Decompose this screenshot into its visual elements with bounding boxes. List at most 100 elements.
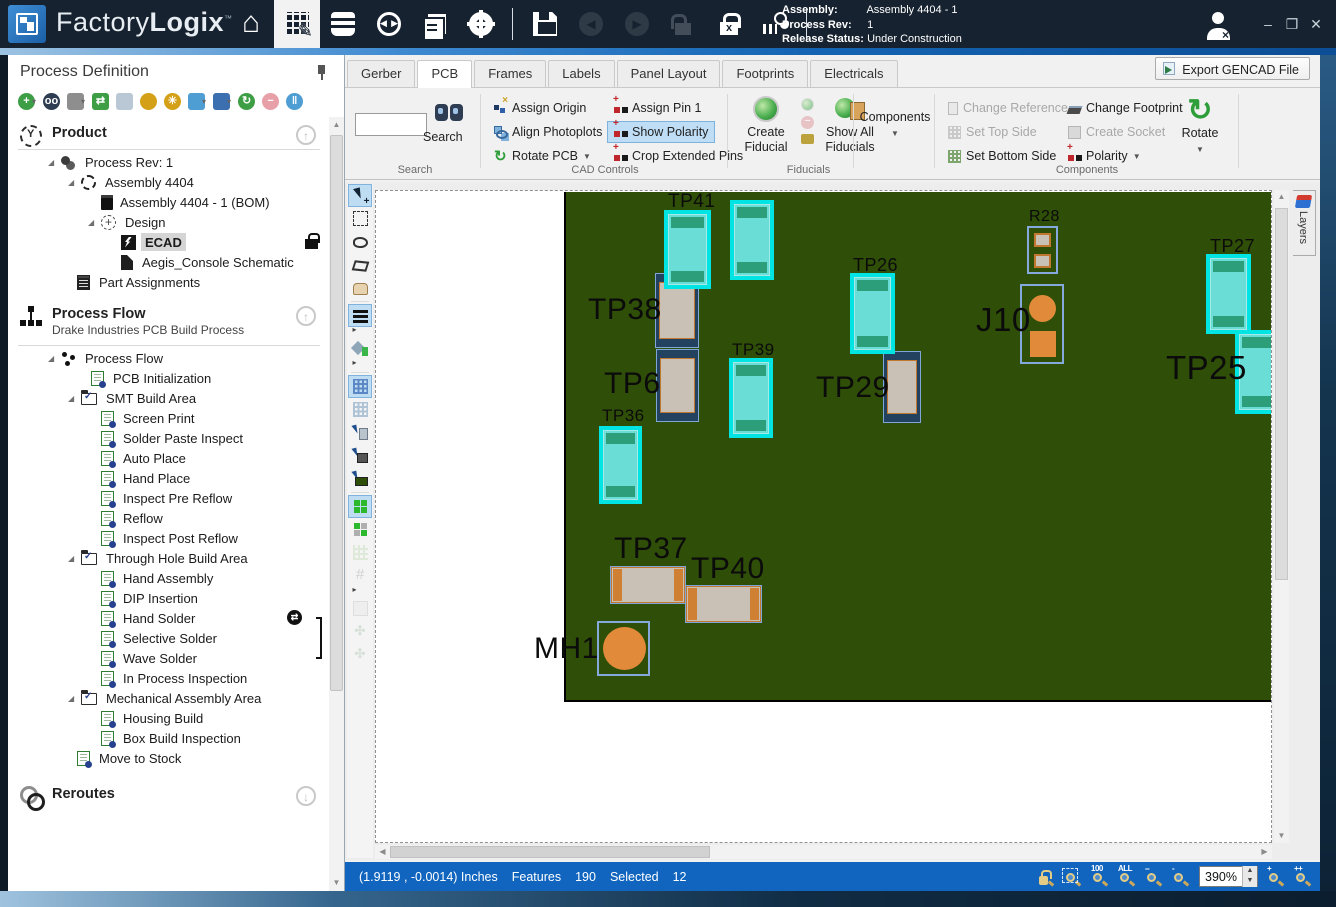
production-button[interactable] [320,0,366,48]
vscroll-thumb[interactable] [1275,208,1288,580]
component-tp41[interactable] [664,210,711,289]
tree-item-part-assignments[interactable]: Part Assignments [8,272,330,292]
close-button[interactable]: ✕ [1306,16,1326,33]
tree-expander-icon[interactable]: ◢ [68,394,78,403]
sync-button[interactable]: ⇄ [92,93,109,110]
system-config-button[interactable] [458,0,504,48]
layer-flyout[interactable]: ▸ [348,327,372,337]
scrollbar-thumb[interactable] [330,135,343,691]
tree-item-reflow[interactable]: Reflow [8,508,330,528]
add-button[interactable]: +▾ [18,93,36,110]
component-tp25[interactable] [1235,330,1272,414]
delete-button[interactable]: ▾ [213,93,231,110]
tree-item-through-hole-build-area[interactable]: ◢Through Hole Build Area [8,548,330,568]
tree-item-move-to-stock[interactable]: Move to Stock [8,748,330,768]
tree-item-smt-build-area[interactable]: ◢SMT Build Area [8,388,330,408]
maximize-button[interactable]: ❐ [1282,16,1302,33]
tree-item-in-process-inspection[interactable]: In Process Inspection [8,668,330,688]
zoom-window-icon[interactable] [1064,868,1082,886]
tree-item-aegis-console-schematic[interactable]: Aegis_Console Schematic [8,252,330,272]
tree-item-mechanical-assembly-area[interactable]: ◢Mechanical Assembly Area [8,688,330,708]
zoom-in-double-icon[interactable]: ++ [1294,868,1312,886]
component-tp39[interactable] [729,358,773,438]
tree-item-inspect-post-reflow[interactable]: Inspect Post Reflow [8,528,330,548]
pad-display-tool[interactable] [348,495,372,518]
pause-button[interactable]: ‖ [286,93,303,110]
settings-gear-button[interactable]: ✳ [164,93,181,110]
tree-item-process-rev-1[interactable]: ◢Process Rev: 1 [8,152,330,172]
remove-fiducial-icon[interactable]: − [801,116,814,129]
reroutes-section-header[interactable]: Reroutes ↓ [8,778,330,806]
tree-item-hand-assembly[interactable]: Hand Assembly [8,568,330,588]
pad-display-alt-tool[interactable] [348,518,372,541]
logistics-button[interactable] [366,0,412,48]
component-r28[interactable] [1027,226,1058,274]
search-input[interactable] [355,113,427,136]
zoom-all-icon[interactable]: ALL [1118,868,1136,886]
component-tp-top[interactable] [730,200,774,280]
discard-lock-button[interactable]: x [706,0,752,48]
hscroll-thumb[interactable] [390,846,710,858]
pan-hand-tool[interactable] [348,276,372,299]
horizontal-scrollbar[interactable]: ◀ ▶ [375,845,1272,859]
select-tool[interactable] [348,184,372,207]
fiducial-camera-icon[interactable] [801,134,814,144]
show-polarity-button[interactable]: Show Polarity [607,121,715,143]
fiducial-mini-icon[interactable] [801,98,814,111]
scroll-up-icon[interactable]: ▲ [329,117,344,133]
assign-pin-1-button[interactable]: Assign Pin 1 [607,97,708,119]
tree-expander-icon[interactable]: ◢ [88,218,98,227]
components-dropdown-button[interactable]: Components▼ [857,110,933,141]
collapse-up-icon[interactable]: ↑ [296,125,316,145]
select-by-package-tool[interactable] [348,444,372,467]
tree-expander-icon[interactable]: ◢ [68,554,78,563]
tree-item-screen-print[interactable]: Screen Print [8,408,330,428]
tree-item-auto-place[interactable]: Auto Place [8,448,330,468]
grid-alt-tool[interactable] [348,398,372,421]
process-flow-section-header[interactable]: Process Flow Drake Industries PCB Build … [8,298,330,341]
zoom-in-icon[interactable]: + [1267,868,1285,886]
zoom-100-icon[interactable]: 100 [1091,868,1109,886]
zoom-out-icon[interactable]: - [1172,868,1190,886]
polygon-select-tool[interactable] [348,253,372,276]
tab-footprints[interactable]: Footprints [722,60,808,87]
tree-item-assembly-4404-1-bom-[interactable]: Assembly 4404 - 1 (BOM) [8,192,330,212]
search-button[interactable]: Search [423,130,463,144]
product-section-header[interactable]: Product ↑ [8,117,330,145]
assign-origin-button[interactable]: Assign Origin [487,97,593,119]
component-tp27[interactable] [1206,254,1251,334]
tree-item-assembly-4404[interactable]: ◢Assembly 4404 [8,172,330,192]
tab-gerber[interactable]: Gerber [347,60,415,87]
marquee-select-tool[interactable] [348,207,372,230]
component-j10[interactable] [1020,284,1064,364]
zoom-spinner[interactable]: ▲▼ [1242,866,1257,887]
layers-flyout-tab[interactable]: Layers [1293,190,1316,256]
print-button[interactable]: ▾ [67,93,85,110]
component-mh1[interactable] [597,621,650,676]
component-tp40[interactable] [685,585,762,623]
collapse-up-icon[interactable]: ↑ [296,306,316,326]
scroll-down-icon[interactable]: ▼ [329,875,344,891]
home-button[interactable]: ⌂ [228,0,274,48]
lasso-select-tool[interactable] [348,230,372,253]
grid-tool[interactable] [348,375,372,398]
npi-button[interactable] [274,0,320,48]
component-tp29[interactable] [883,351,921,423]
align-photoplots-button[interactable]: Align Photoplots [487,121,609,143]
hatch-flyout[interactable]: ▸ [348,587,372,597]
export-gencad-button[interactable]: Export GENCAD File [1155,57,1310,80]
set-bottom-side-button[interactable]: Set Bottom Side [941,145,1063,167]
tree-item-dip-insertion[interactable]: DIP Insertion [8,588,330,608]
create-fiducial-button[interactable]: Create Fiducial [735,96,797,155]
sidebar-scrollbar[interactable]: ▲ ▼ [329,117,344,891]
tree-item-wave-solder[interactable]: Wave Solder [8,648,330,668]
component-tp6[interactable] [656,349,699,422]
tab-panel-layout[interactable]: Panel Layout [617,60,721,87]
select-by-board-tool[interactable] [348,467,372,490]
tab-frames[interactable]: Frames [474,60,546,87]
tree-item-box-build-inspection[interactable]: Box Build Inspection [8,728,330,748]
save-button[interactable] [522,0,568,48]
minimize-button[interactable]: – [1258,16,1278,32]
tree-expander-icon[interactable]: ◢ [68,694,78,703]
tree-item-hand-solder[interactable]: Hand Solder⇄ [8,608,330,628]
